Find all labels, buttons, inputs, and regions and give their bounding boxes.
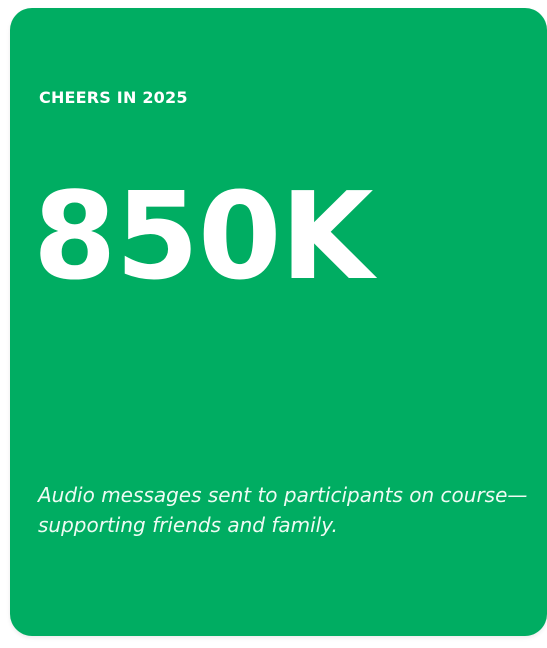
stat-description: Audio messages sent to participants on c… [38,483,528,537]
stat-card: CHEERS IN 2025 850K Audio messages sent … [10,8,547,636]
stat-value: 850K [33,168,373,307]
stat-kicker-label: CHEERS IN 2025 [39,88,188,107]
